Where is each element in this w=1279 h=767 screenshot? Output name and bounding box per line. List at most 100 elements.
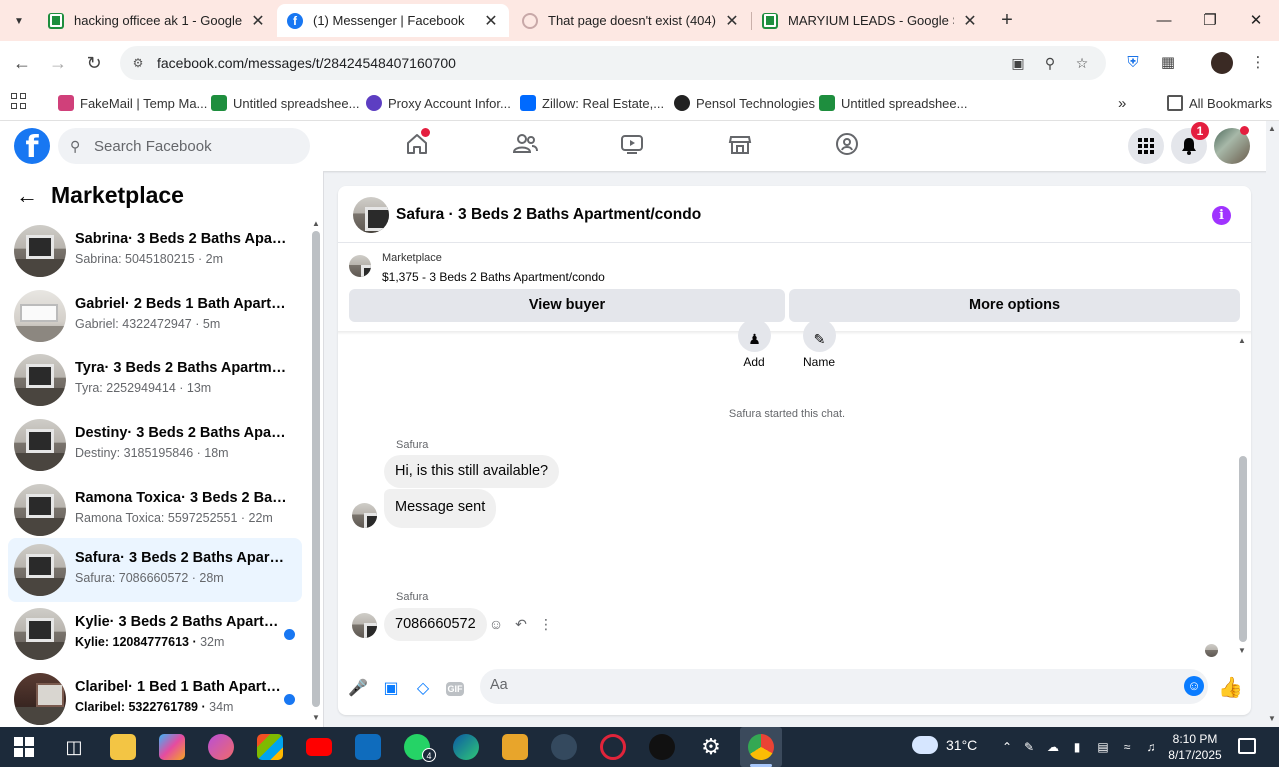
outlook-icon[interactable] xyxy=(355,734,381,760)
conversation-item[interactable]: Ramona Toxica· 3 Beds 2 Baths ... Ramona… xyxy=(8,478,302,542)
chat-scrollbar[interactable] xyxy=(1239,456,1247,642)
more-options-button[interactable]: More options xyxy=(789,289,1240,322)
facebook-logo-icon[interactable]: f xyxy=(14,128,50,164)
sender-avatar[interactable] xyxy=(352,613,377,638)
close-icon[interactable]: ✕ xyxy=(724,11,740,31)
sender-avatar[interactable] xyxy=(352,503,377,528)
bookmark-star-icon[interactable]: ☆ xyxy=(1072,53,1092,73)
thumbs-up-icon[interactable]: 👍 xyxy=(1218,676,1243,700)
message-bubble[interactable]: Message sent xyxy=(384,489,497,528)
notifications-button[interactable]: 1 xyxy=(1171,122,1209,164)
shield-extension-icon[interactable]: ⛨ xyxy=(1122,52,1144,74)
all-bookmarks[interactable]: All Bookmarks xyxy=(1167,93,1272,113)
info-icon[interactable]: i xyxy=(1212,206,1231,225)
wifi-icon[interactable]: ≈ xyxy=(1118,738,1136,756)
windows-start-icon[interactable] xyxy=(14,737,34,757)
page-scroll-down-icon[interactable]: ▼ xyxy=(1268,714,1276,723)
reload-icon[interactable]: ↻ xyxy=(81,50,107,76)
more-actions-icon[interactable]: ⋮ xyxy=(537,615,555,633)
close-icon[interactable]: ✕ xyxy=(250,11,266,31)
view-buyer-button[interactable]: View buyer xyxy=(349,289,785,322)
app-icon[interactable] xyxy=(551,734,577,760)
photo-icon[interactable]: ▣ xyxy=(380,678,402,700)
battery-icon[interactable]: ▮ xyxy=(1068,738,1086,756)
account-avatar[interactable] xyxy=(1214,126,1250,164)
zoom-icon[interactable]: ⚲ xyxy=(1040,53,1060,73)
app-icon[interactable] xyxy=(208,734,234,760)
tray-chevron-icon[interactable]: ⌃ xyxy=(998,738,1016,756)
tab-google-doc[interactable]: hacking officee ak 1 - Google D ✕ xyxy=(38,4,276,37)
message-bubble[interactable]: Hi, is this still available? xyxy=(384,455,560,488)
message-input[interactable] xyxy=(490,677,1170,693)
chat-scroll-up-icon[interactable]: ▲ xyxy=(1238,336,1246,345)
scroll-up-arrow-icon[interactable]: ▲ xyxy=(312,219,320,228)
cloud-sync-icon[interactable]: ☁ xyxy=(1044,738,1062,756)
microphone-icon[interactable]: 🎤 xyxy=(347,678,369,700)
reply-icon[interactable]: ↶ xyxy=(512,615,530,633)
react-emoji-icon[interactable]: ☺ xyxy=(487,615,505,633)
conversation-item[interactable]: Destiny· 3 Beds 2 Baths Apartm... Destin… xyxy=(8,413,302,477)
tab-search-icon[interactable]: ▼ xyxy=(6,8,32,34)
nav-home[interactable] xyxy=(403,128,435,162)
conversation-item[interactable]: Sabrina· 3 Beds 2 Baths Apartm... Sabrin… xyxy=(8,219,302,283)
copilot-icon[interactable] xyxy=(159,734,185,760)
bookmark-spreadsheet-1[interactable]: Untitled spreadshee... xyxy=(211,93,359,113)
conversation-item[interactable]: Tyra· 3 Beds 2 Baths Apartment... Tyra: … xyxy=(8,348,302,412)
nav-friends[interactable] xyxy=(511,130,543,162)
system-clock[interactable]: 8:10 PM 8/17/2025 xyxy=(1164,731,1226,763)
window-close-icon[interactable]: ✕ xyxy=(1242,8,1270,34)
weather-widget[interactable]: 31°C xyxy=(912,736,977,754)
network-icon[interactable]: ▤ xyxy=(1094,738,1112,756)
message-bubble[interactable]: 7086660572 xyxy=(384,608,487,641)
emoji-icon[interactable]: ☺ xyxy=(1184,676,1204,696)
youtube-icon[interactable] xyxy=(306,738,332,756)
facebook-search[interactable]: ⚲ xyxy=(58,128,310,164)
new-tab-button[interactable]: + xyxy=(994,8,1020,34)
chat-title[interactable]: Safura · 3 Beds 2 Baths Apartment/condo xyxy=(396,206,701,224)
extensions-icon[interactable]: ▦ xyxy=(1157,52,1179,74)
bookmark-fakemail[interactable]: FakeMail | Temp Ma... xyxy=(58,93,207,113)
conversation-item-selected[interactable]: Safura· 3 Beds 2 Baths Apartme... Safura… xyxy=(8,538,302,602)
tab-maryium-leads[interactable]: MARYIUM LEADS - Google Shee ✕ xyxy=(752,4,988,37)
close-icon[interactable]: ✕ xyxy=(483,11,499,31)
address-bar[interactable]: ⚙ facebook.com/messages/t/28424548407160… xyxy=(120,46,1106,80)
medal-app-icon[interactable] xyxy=(502,734,528,760)
back-icon[interactable]: ← xyxy=(9,50,35,76)
nav-video[interactable] xyxy=(618,130,650,162)
menu-kebab-icon[interactable]: ⋮ xyxy=(1247,52,1269,74)
whatsapp-icon[interactable]: 4 xyxy=(404,734,436,762)
gif-icon[interactable]: GIF xyxy=(446,682,464,696)
minimize-icon[interactable]: — xyxy=(1150,8,1178,34)
apps-grid-icon[interactable] xyxy=(11,93,27,109)
add-contact-button[interactable]: ♟ xyxy=(738,319,771,352)
conversation-item-unread[interactable]: Claribel· 1 Bed 1 Bath Apartme... Clarib… xyxy=(8,667,302,727)
forward-icon[interactable]: → xyxy=(45,50,71,76)
site-settings-icon[interactable]: ⚙ xyxy=(130,55,146,71)
nav-groups[interactable] xyxy=(833,130,865,162)
menu-grid-button[interactable] xyxy=(1128,128,1164,164)
nav-marketplace[interactable] xyxy=(726,130,758,162)
settings-gear-icon[interactable]: ⚙ xyxy=(698,734,724,760)
url-text[interactable]: facebook.com/messages/t/2842454840716070… xyxy=(157,55,456,71)
bookmarks-overflow-icon[interactable]: » xyxy=(1118,93,1126,113)
volume-icon[interactable]: ♫ xyxy=(1142,738,1160,756)
chat-listing-thumbnail[interactable] xyxy=(353,197,389,233)
store-icon[interactable] xyxy=(257,734,283,760)
close-icon[interactable]: ✕ xyxy=(962,11,978,31)
install-app-icon[interactable]: ▣ xyxy=(1008,53,1028,73)
page-scrollbar[interactable] xyxy=(1266,121,1279,727)
pen-icon[interactable]: ✎ xyxy=(1020,738,1038,756)
back-arrow-icon[interactable]: ← xyxy=(16,185,40,209)
search-input[interactable] xyxy=(94,137,294,155)
bookmark-proxy[interactable]: Proxy Account Infor... xyxy=(366,93,511,113)
conversation-list-scrollbar[interactable] xyxy=(312,231,320,707)
message-input-wrapper[interactable]: ☺ xyxy=(480,669,1208,704)
bookmark-zillow[interactable]: Zillow: Real Estate,... xyxy=(520,93,664,113)
sticker-icon[interactable]: ◇ xyxy=(412,678,434,700)
file-explorer-icon[interactable] xyxy=(110,734,136,760)
profile-avatar-icon[interactable] xyxy=(1211,52,1233,74)
tiktok-icon[interactable] xyxy=(649,734,675,760)
conversation-item[interactable]: Gabriel· 2 Beds 1 Bath Apartmen... Gabri… xyxy=(8,284,302,348)
task-view-icon[interactable]: ◫ xyxy=(61,734,87,760)
edit-name-button[interactable]: ✎ xyxy=(803,319,836,352)
